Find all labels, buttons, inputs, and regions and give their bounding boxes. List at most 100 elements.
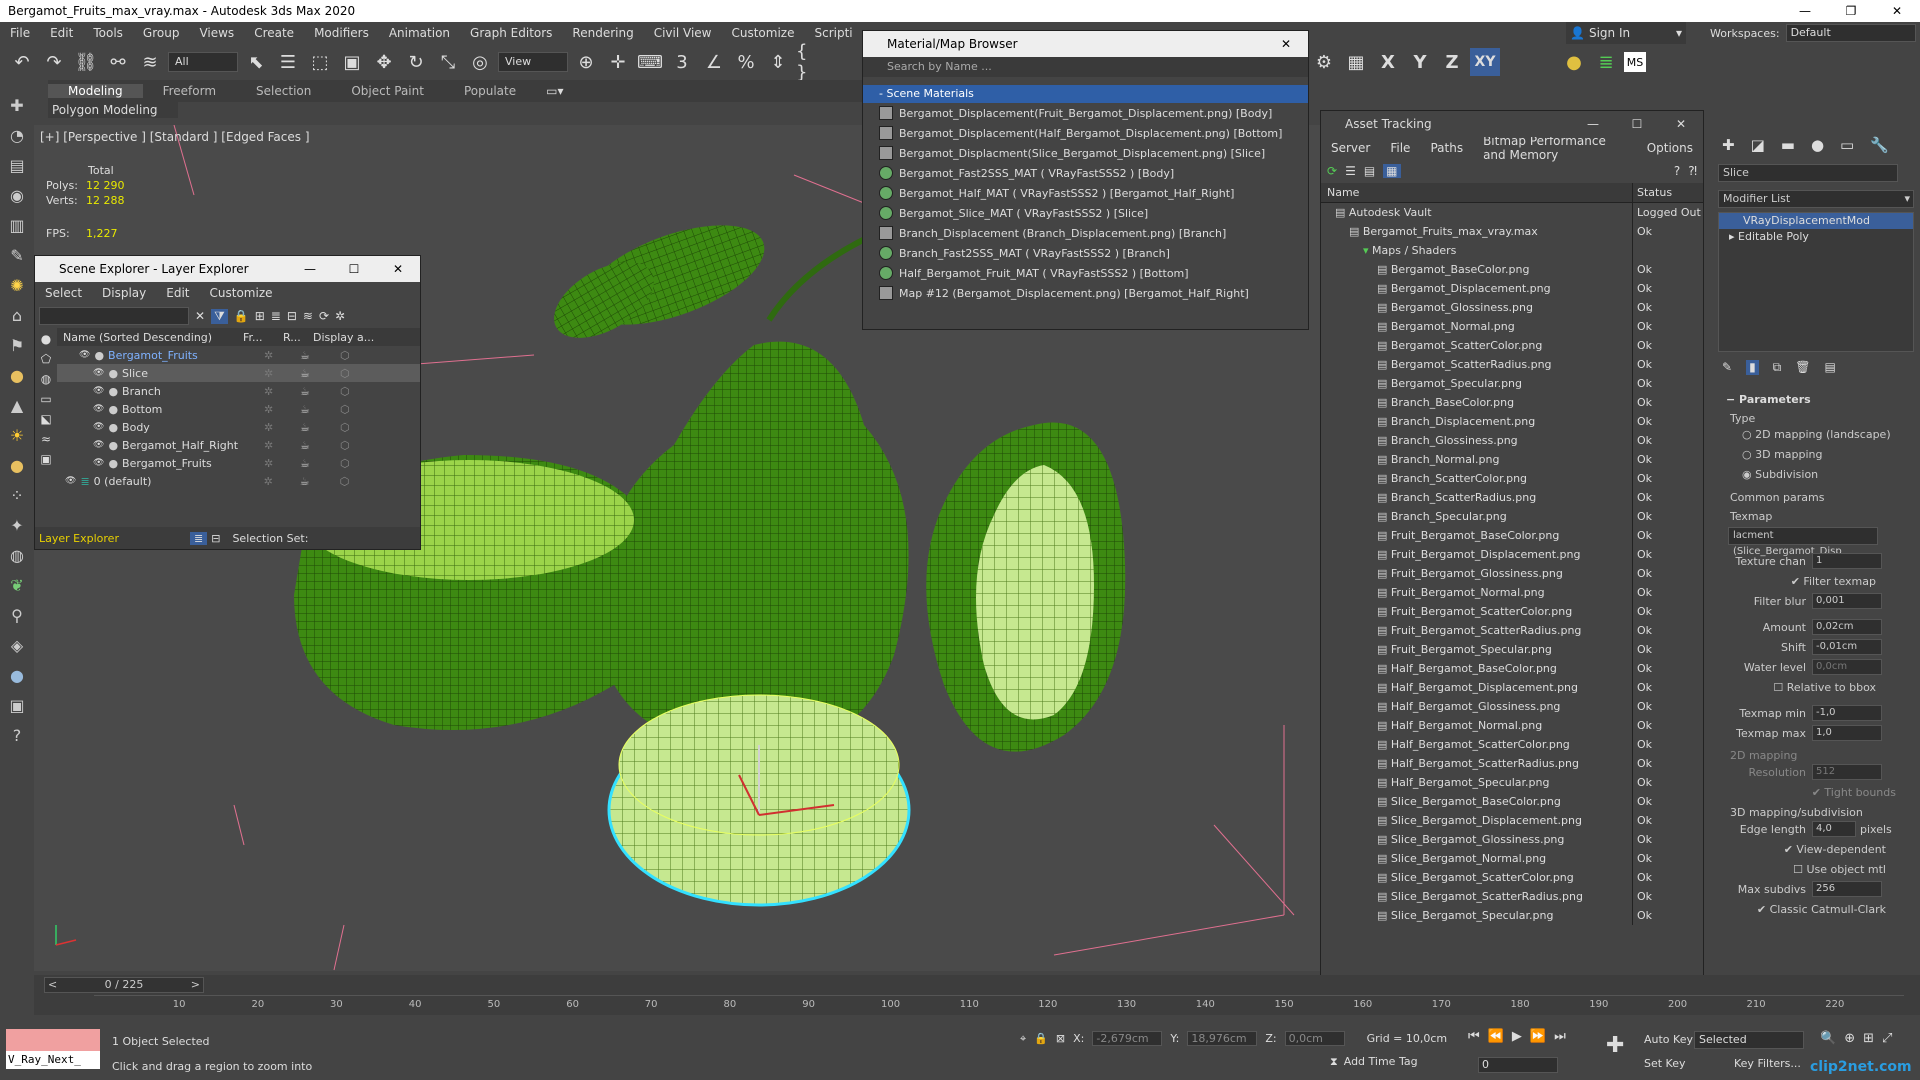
menu-modifiers[interactable]: Modifiers [304, 26, 379, 40]
display-mode-icon[interactable]: ⬡ [340, 403, 350, 416]
asset-row[interactable]: ▤ Half_Bergamot_Normal.png Ok [1321, 716, 1703, 735]
goto-start-icon[interactable]: ⏮ [1468, 1029, 1480, 1044]
col-display[interactable]: Display a... [313, 331, 374, 344]
detail-view-icon[interactable]: ▤ [1364, 164, 1375, 178]
shift-spinner[interactable]: -0,01cm [1812, 639, 1882, 655]
menu-customize[interactable]: Customize [721, 26, 804, 40]
menu-group[interactable]: Group [133, 26, 190, 40]
make-unique-icon[interactable]: ⧉ [1773, 360, 1782, 375]
cone-icon[interactable]: ▲ [5, 394, 29, 418]
filter-spacewarps-icon[interactable]: ≈ [41, 432, 51, 446]
edge-length-spinner[interactable]: 4,0 [1812, 821, 1856, 837]
menu-graph-editors[interactable]: Graph Editors [460, 26, 562, 40]
visibility-eye-icon[interactable]: 👁 [93, 404, 104, 414]
asset-row[interactable]: ▤ Autodesk Vault Logged Out [1321, 203, 1703, 222]
renderable-icon[interactable]: ☕ [300, 403, 340, 416]
sphere-blue-icon[interactable]: ● [5, 664, 29, 688]
visibility-eye-icon[interactable]: 👁 [93, 368, 104, 378]
texture-chan-spinner[interactable]: 1 [1812, 553, 1882, 569]
filter-geometry-icon[interactable]: ● [41, 332, 51, 346]
z-coord-field[interactable]: 0,0cm [1284, 1031, 1345, 1046]
utilities-icon[interactable]: ✎ [5, 244, 29, 268]
asset-row[interactable]: ▤ Slice_Bergamot_ScatterRadius.png Ok [1321, 887, 1703, 906]
sun-icon[interactable]: ☀ [5, 424, 29, 448]
table-view-icon[interactable]: ▦ [1383, 164, 1401, 178]
redo-icon[interactable]: ↷ [40, 48, 68, 76]
next-frame-icon[interactable]: ⏩ [1530, 1029, 1546, 1044]
restore-button[interactable]: ❐ [1828, 0, 1874, 22]
layers-stack-icon[interactable]: ≣ [271, 309, 281, 323]
asset-row[interactable]: ▤ Half_Bergamot_ScatterColor.png Ok [1321, 735, 1703, 754]
amount-spinner[interactable]: 0,02cm [1812, 619, 1882, 635]
at-menu-paths[interactable]: Paths [1420, 141, 1473, 155]
asset-row[interactable]: ▤ Fruit_Bergamot_BaseColor.png Ok [1321, 526, 1703, 545]
col-name[interactable]: Name (Sorted Descending) [57, 331, 243, 344]
key-filters-button[interactable]: Key Filters... [1734, 1057, 1801, 1070]
asset-row[interactable]: ▤ Slice_Bergamot_Specular.png Ok [1321, 906, 1703, 925]
visibility-eye-icon[interactable]: 👁 [65, 476, 76, 486]
select-object-icon[interactable]: ⬉ [242, 48, 270, 76]
asset-row[interactable]: ▤ Half_Bergamot_Glossiness.png Ok [1321, 697, 1703, 716]
hair-icon[interactable]: ❦ [5, 574, 29, 598]
material-item[interactable]: Branch_Displacement (Branch_Displacement… [863, 223, 1308, 243]
visibility-eye-icon[interactable]: 👁 [79, 350, 90, 360]
asset-row[interactable]: ▤ Bergamot_Normal.png Ok [1321, 317, 1703, 336]
layer-explorer-dropdown[interactable]: Layer Explorer [35, 532, 190, 545]
pivot-icon[interactable]: ⊕ [572, 48, 600, 76]
asset-row[interactable]: ▤ Branch_ScatterRadius.png Ok [1321, 488, 1703, 507]
layers-icon[interactable]: ≣ [1592, 48, 1620, 76]
texmap-min-spinner[interactable]: -1,0 [1812, 705, 1882, 721]
ref-coord-dropdown[interactable]: View [498, 52, 568, 72]
refresh-icon[interactable]: ⟳ [1327, 164, 1337, 178]
tab-object-paint[interactable]: Object Paint [331, 84, 444, 98]
material-item[interactable]: Bergamot_Displacement(Fruit_Bergamot_Dis… [863, 103, 1308, 123]
water-level-spinner[interactable]: 0,0cm [1812, 659, 1882, 675]
asset-row[interactable]: ▤ Half_Bergamot_ScatterRadius.png Ok [1321, 754, 1703, 773]
isolate-icon[interactable]: ⌖ [1020, 1032, 1026, 1046]
layer-toggle-icon[interactable]: ≋ [303, 309, 313, 323]
scale-icon[interactable]: ⤡ [434, 48, 462, 76]
layer-tree-row[interactable]: 👁 ● Body ✲ ☕ ⬡ [57, 418, 420, 436]
freeze-icon[interactable]: ✲ [264, 457, 300, 470]
time-slider-prev-icon[interactable]: < [48, 978, 57, 992]
zoom-all-icon[interactable]: ⊕ [1844, 1031, 1855, 1046]
material-item[interactable]: Bergamot_Displacment(Slice_Bergamot_Disp… [863, 143, 1308, 163]
use-object-mtl-checkbox[interactable]: ☐ Use object mtl [1712, 863, 1892, 876]
play-icon[interactable]: ▶ [1512, 1029, 1522, 1044]
renderable-icon[interactable]: ☕ [300, 349, 340, 362]
tight-bounds-checkbox[interactable]: ✔ Tight bounds [1712, 786, 1902, 799]
display-window-icon[interactable]: ▣ [5, 694, 29, 718]
material-item[interactable]: Bergamot_Displacement(Half_Bergamot_Disp… [863, 123, 1308, 143]
menu-views[interactable]: Views [189, 26, 244, 40]
goto-end-icon[interactable]: ⏭ [1554, 1029, 1566, 1044]
asset-row[interactable]: ▤ Slice_Bergamot_Displacement.png Ok [1321, 811, 1703, 830]
menu-tools[interactable]: Tools [83, 26, 133, 40]
at-col-name[interactable]: Name [1321, 183, 1633, 202]
asset-row[interactable]: ▾ Maps / Shaders [1321, 241, 1703, 260]
se-menu-customize[interactable]: Customize [200, 286, 283, 300]
display-mode-icon[interactable]: ⬡ [340, 475, 350, 488]
display-mode-icon[interactable]: ⬡ [340, 367, 350, 380]
asset-row[interactable]: ▤ Fruit_Bergamot_ScatterRadius.png Ok [1321, 621, 1703, 640]
scene-explorer-minimize-icon[interactable]: — [288, 256, 332, 282]
maxscript-icon[interactable]: MS [1624, 52, 1646, 72]
snap-3d-icon[interactable]: 3 [668, 48, 696, 76]
at-col-status[interactable]: Status [1633, 183, 1672, 202]
set-key-button[interactable]: Set Key [1644, 1057, 1686, 1070]
texmap-button[interactable]: lacment (Slice_Bergamot_Disp [1728, 527, 1878, 557]
help-icon[interactable]: ? [1674, 164, 1680, 178]
visibility-eye-icon[interactable]: 👁 [93, 458, 104, 468]
particle-icon[interactable]: ⁘ [5, 484, 29, 508]
maxscript-listener[interactable]: V_Ray_Next_ [6, 1029, 100, 1069]
configure-sets-icon[interactable]: ▤ [1824, 360, 1835, 375]
asset-row[interactable]: ▤ Slice_Bergamot_BaseColor.png Ok [1321, 792, 1703, 811]
asset-row[interactable]: ▤ Branch_BaseColor.png Ok [1321, 393, 1703, 412]
maximize-viewport-icon[interactable]: ⤢ [1882, 1031, 1892, 1046]
se-menu-display[interactable]: Display [92, 286, 156, 300]
col-frozen[interactable]: Fr... [243, 331, 283, 344]
stack-item-editable-poly[interactable]: ▸ Editable Poly [1719, 229, 1913, 245]
material-item[interactable]: Bergamot_Slice_MAT ( VRayFastSSS2 ) [Sli… [863, 203, 1308, 223]
walk-icon[interactable]: ⚲ [5, 604, 29, 628]
renderable-icon[interactable]: ☕ [300, 475, 340, 488]
menu-edit[interactable]: Edit [40, 26, 83, 40]
